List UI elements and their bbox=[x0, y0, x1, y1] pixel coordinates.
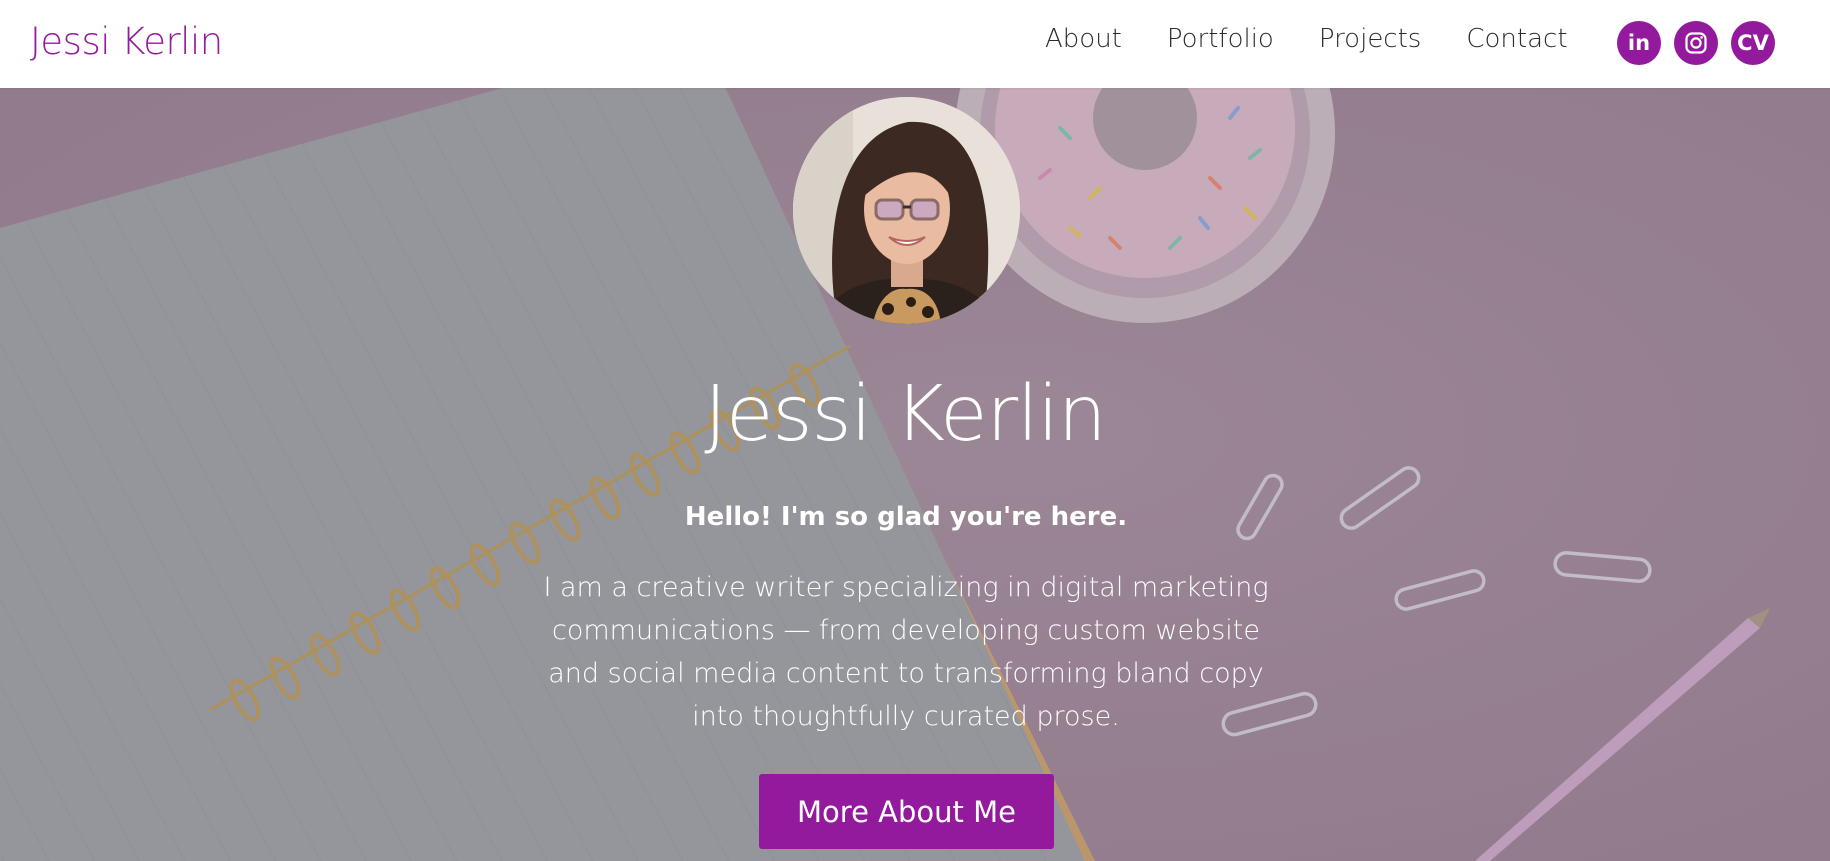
nav-link-about[interactable]: About bbox=[1045, 24, 1122, 54]
hero-section: Jessi Kerlin Hello! I'm so glad you're h… bbox=[0, 88, 1830, 861]
linkedin-icon: in bbox=[1627, 31, 1651, 55]
social-links: in CV bbox=[1617, 21, 1775, 65]
hero-title: Jessi Kerlin bbox=[704, 370, 1106, 459]
hero-greeting: Hello! I'm so glad you're here. bbox=[684, 502, 1128, 532]
cv-icon: CV bbox=[1737, 31, 1769, 55]
main-nav: About Portfolio Projects Contact bbox=[1045, 24, 1613, 54]
instagram-icon bbox=[1684, 31, 1708, 55]
nav-link-projects[interactable]: Projects bbox=[1319, 24, 1422, 54]
cv-button[interactable]: CV bbox=[1731, 21, 1775, 65]
profile-photo bbox=[793, 97, 1020, 324]
nav-link-portfolio[interactable]: Portfolio bbox=[1167, 24, 1274, 54]
instagram-button[interactable] bbox=[1674, 21, 1718, 65]
more-about-me-button[interactable]: More About Me bbox=[759, 774, 1054, 849]
site-brand-link[interactable]: Jessi Kerlin bbox=[30, 20, 223, 63]
top-navbar: Jessi Kerlin About Portfolio Projects Co… bbox=[0, 0, 1830, 88]
hero-intro-text: I am a creative writer specializing in d… bbox=[543, 572, 1269, 732]
linkedin-button[interactable]: in bbox=[1617, 21, 1661, 65]
nav-link-contact[interactable]: Contact bbox=[1466, 24, 1567, 54]
